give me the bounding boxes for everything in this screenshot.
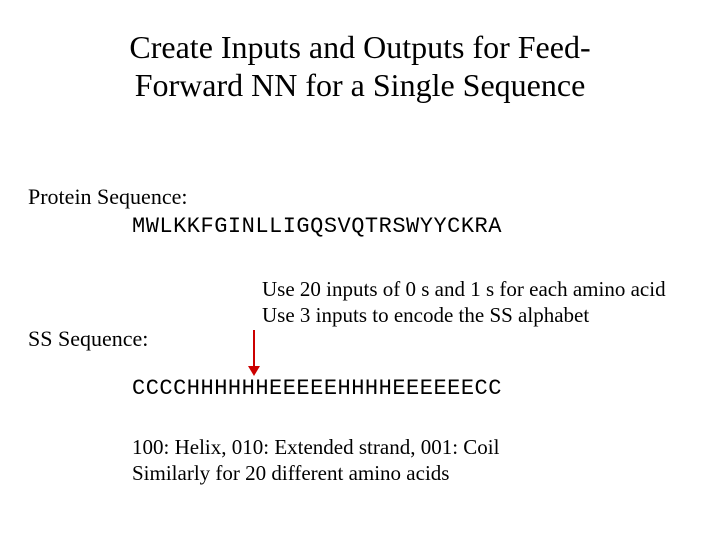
legend-line-2: Similarly for 20 different amino acids <box>132 460 499 486</box>
title-line-1: Create Inputs and Outputs for Feed- <box>129 29 590 65</box>
encoding-notes: Use 20 inputs of 0 s and 1 s for each am… <box>262 276 666 329</box>
protein-sequence-label: Protein Sequence: <box>28 184 187 210</box>
title-line-2: Forward NN for a Single Sequence <box>135 67 586 103</box>
protein-sequence-value: MWLKKFGINLLIGQSVQTRSWYYCKRA <box>132 214 502 239</box>
ss-sequence-value: CCCCHHHHHHEEEEEHHHHEEEEEECC <box>132 376 502 401</box>
slide-title: Create Inputs and Outputs for Feed- Forw… <box>0 0 720 105</box>
encoding-legend: 100: Helix, 010: Extended strand, 001: C… <box>132 434 499 487</box>
note-line-2: Use 3 inputs to encode the SS alphabet <box>262 302 666 328</box>
ss-sequence-label: SS Sequence: <box>28 326 148 352</box>
arrow-down-icon <box>248 330 260 376</box>
legend-line-1: 100: Helix, 010: Extended strand, 001: C… <box>132 434 499 460</box>
note-line-1: Use 20 inputs of 0 s and 1 s for each am… <box>262 276 666 302</box>
